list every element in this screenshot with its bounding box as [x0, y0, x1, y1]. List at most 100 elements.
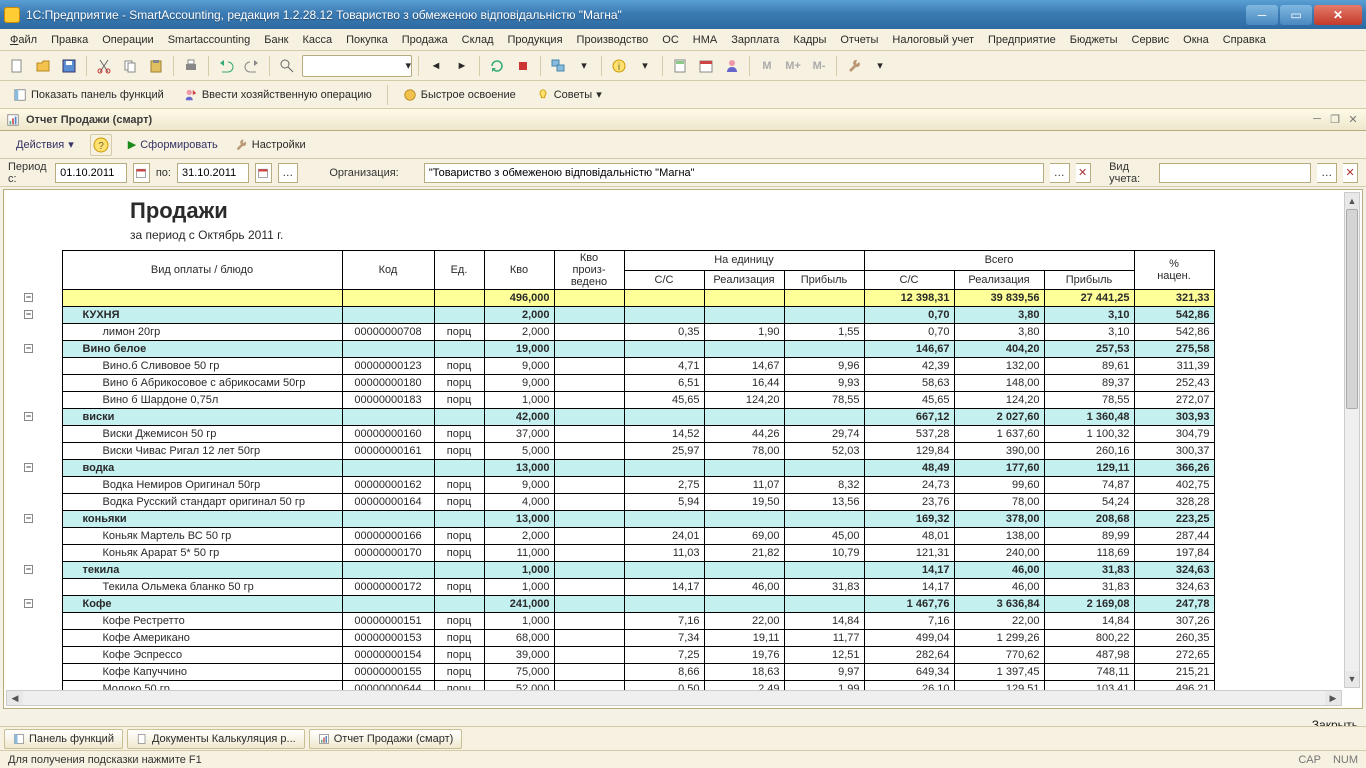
table-row: Виски Джемисон 50 гр00000000160порц37,00…: [22, 426, 1214, 443]
menu-production[interactable]: Производство: [571, 32, 655, 48]
menu-staff[interactable]: Кадры: [787, 32, 832, 48]
scroll-thumb[interactable]: [1346, 209, 1358, 409]
menu-products[interactable]: Продукция: [502, 32, 569, 48]
help-round-icon[interactable]: ?: [90, 134, 112, 156]
quick-learn-button[interactable]: Быстрое освоение: [396, 85, 523, 105]
menu-nma[interactable]: НМА: [687, 32, 723, 48]
memory-mplus-icon[interactable]: M+: [782, 55, 804, 77]
scroll-up-icon[interactable]: ▲: [1345, 193, 1359, 209]
window-maximize-button[interactable]: ▭: [1280, 5, 1312, 25]
show-panel-button[interactable]: Показать панель функций: [6, 85, 171, 105]
tree-collapse-icon[interactable]: −: [24, 310, 33, 319]
enter-operation-button[interactable]: Ввести хозяйственную операцию: [177, 85, 379, 105]
calendar-icon[interactable]: [695, 55, 717, 77]
action-bar: Действия▾ ? ▶ Сформировать Настройки: [0, 131, 1366, 159]
cut-icon[interactable]: [93, 55, 115, 77]
period-select-button[interactable]: …: [278, 163, 298, 183]
menu-bank[interactable]: Банк: [258, 32, 294, 48]
memory-m-icon[interactable]: M: [756, 55, 778, 77]
scroll-down-icon[interactable]: ▼: [1345, 671, 1359, 687]
scroll-left-icon[interactable]: ◀: [7, 691, 23, 705]
org-input[interactable]: [424, 163, 1044, 183]
help-dropdown-icon[interactable]: ▾: [634, 55, 656, 77]
menu-cash[interactable]: Касса: [296, 32, 338, 48]
settings-button[interactable]: Настройки: [234, 138, 306, 152]
menu-reports[interactable]: Отчеты: [834, 32, 884, 48]
vertical-scrollbar[interactable]: ▲ ▼: [1344, 192, 1360, 688]
user-icon[interactable]: [721, 55, 743, 77]
period-to-input[interactable]: [177, 163, 249, 183]
menu-tax[interactable]: Налоговый учет: [886, 32, 980, 48]
window-minimize-button[interactable]: ─: [1246, 5, 1278, 25]
taskbtn-report[interactable]: Отчет Продажи (смарт): [309, 729, 463, 749]
menu-warehouse[interactable]: Склад: [456, 32, 500, 48]
print-icon[interactable]: [180, 55, 202, 77]
paste-icon[interactable]: [145, 55, 167, 77]
menu-file[interactable]: Файл: [4, 32, 43, 48]
window-close-button[interactable]: ✕: [1314, 5, 1362, 25]
menu-windows[interactable]: Окна: [1177, 32, 1215, 48]
table-row: Кофе Американо00000000153порц68,0007,341…: [22, 630, 1214, 647]
menu-salary[interactable]: Зарплата: [725, 32, 785, 48]
undo-icon[interactable]: [215, 55, 237, 77]
period-to-calendar-icon[interactable]: [255, 163, 272, 183]
org-select-button[interactable]: …: [1050, 163, 1070, 183]
menu-sales[interactable]: Продажа: [396, 32, 454, 48]
menu-purchase[interactable]: Покупка: [340, 32, 394, 48]
tree-collapse-icon[interactable]: −: [24, 412, 33, 421]
save-icon[interactable]: [58, 55, 80, 77]
scroll-right-icon[interactable]: ▶: [1325, 691, 1341, 705]
stop-icon[interactable]: [512, 55, 534, 77]
tree-collapse-icon[interactable]: −: [24, 599, 33, 608]
nav-back-icon[interactable]: ◄: [425, 55, 447, 77]
redo-icon[interactable]: [241, 55, 263, 77]
open-icon[interactable]: [32, 55, 54, 77]
menu-company[interactable]: Предприятие: [982, 32, 1062, 48]
generate-button[interactable]: ▶ Сформировать: [120, 136, 226, 153]
doc-restore-icon[interactable]: ❐: [1328, 113, 1342, 126]
view-input[interactable]: [1159, 163, 1311, 183]
search-icon[interactable]: [276, 55, 298, 77]
menu-smartaccounting[interactable]: Smartaccounting: [162, 32, 257, 48]
period-from-calendar-icon[interactable]: [133, 163, 150, 183]
view-clear-button[interactable]: ✕: [1343, 163, 1358, 183]
new-icon[interactable]: [6, 55, 28, 77]
menu-budgets[interactable]: Бюджеты: [1064, 32, 1124, 48]
taskbtn-panel[interactable]: Панель функций: [4, 729, 123, 749]
horizontal-scrollbar[interactable]: ◀ ▶: [6, 690, 1342, 706]
org-clear-button[interactable]: ✕: [1076, 163, 1091, 183]
menu-help[interactable]: Справка: [1217, 32, 1272, 48]
menu-edit[interactable]: Правка: [45, 32, 94, 48]
doc-icon: [136, 733, 148, 745]
menu-service[interactable]: Сервис: [1126, 32, 1176, 48]
main-toolbar: ▾ ◄ ► ▾ i ▾ M M+ M- ▾: [0, 51, 1366, 81]
period-from-input[interactable]: [55, 163, 127, 183]
doc-close-icon[interactable]: ✕: [1346, 113, 1360, 126]
table-row: лимон 20гр00000000708порц2,0000,351,901,…: [22, 324, 1214, 341]
cascade-icon[interactable]: ▾: [573, 55, 595, 77]
tree-collapse-icon[interactable]: −: [24, 344, 33, 353]
tools-dropdown-icon[interactable]: ▾: [869, 55, 891, 77]
windows-icon[interactable]: [547, 55, 569, 77]
view-select-button[interactable]: …: [1317, 163, 1337, 183]
table-row: −водка13,00048,49177,60129,11366,26: [22, 460, 1214, 477]
taskbtn-docs[interactable]: Документы Калькуляция р...: [127, 729, 305, 749]
tree-collapse-icon[interactable]: −: [24, 293, 33, 302]
actions-dropdown[interactable]: Действия▾: [8, 136, 82, 153]
refresh-icon[interactable]: [486, 55, 508, 77]
search-dropdown[interactable]: ▾: [302, 55, 412, 77]
status-cap: CAP: [1298, 754, 1321, 766]
tree-collapse-icon[interactable]: −: [24, 514, 33, 523]
copy-icon[interactable]: [119, 55, 141, 77]
calc-icon[interactable]: [669, 55, 691, 77]
nav-fwd-icon[interactable]: ►: [451, 55, 473, 77]
memory-mminus-icon[interactable]: M-: [808, 55, 830, 77]
help-icon[interactable]: i: [608, 55, 630, 77]
tools-icon[interactable]: [843, 55, 865, 77]
tips-button[interactable]: Советы ▾: [529, 85, 609, 105]
tree-collapse-icon[interactable]: −: [24, 463, 33, 472]
doc-minimize-icon[interactable]: ─: [1310, 113, 1324, 126]
menu-operations[interactable]: Операции: [96, 32, 159, 48]
menu-os[interactable]: ОС: [656, 32, 685, 48]
tree-collapse-icon[interactable]: −: [24, 565, 33, 574]
